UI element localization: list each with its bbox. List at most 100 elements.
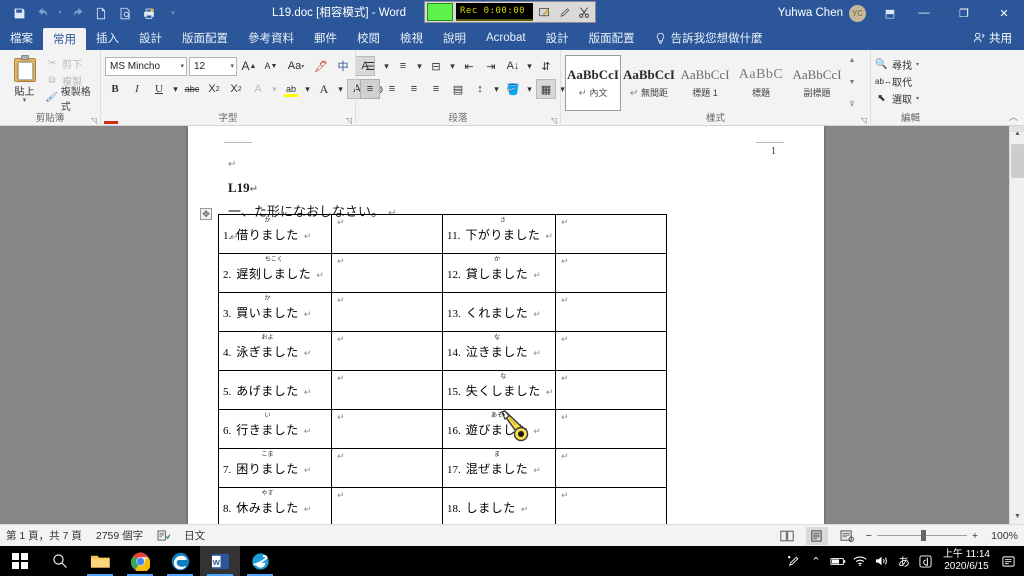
format-painter-button[interactable]: 🖌 複製格式 (45, 90, 96, 105)
tab-mailings[interactable]: 郵件 (304, 26, 347, 50)
ribbon-display-options-icon[interactable]: ⬒ (876, 2, 904, 24)
text-effects-button[interactable]: A (248, 79, 268, 99)
tab-references[interactable]: 參考資料 (238, 26, 304, 50)
table-cell-answer[interactable]: ↵ (332, 293, 443, 332)
table-cell-question[interactable]: 6. い行きました↵ (219, 410, 332, 449)
table-row[interactable]: 2. ちこく遅刻しました↵ ↵ 12. か貸しました↵ ↵ (219, 254, 667, 293)
style-item-subtitle[interactable]: AaBbCcI 副標題 (789, 55, 845, 111)
table-cell-question[interactable]: 15. な失くしました↵ (443, 371, 556, 410)
font-color-button[interactable]: A (314, 79, 334, 99)
share-button[interactable]: 共用 (973, 26, 1012, 50)
recorder-start-button[interactable] (427, 3, 453, 21)
clock[interactable]: 上午 11:14 2020/6/15 (937, 549, 996, 573)
table-cell-answer[interactable]: ↵ (332, 332, 443, 371)
zoom-thumb[interactable] (921, 530, 926, 541)
align-right-button[interactable]: ≡ (404, 79, 424, 99)
scrollbar-thumb[interactable] (1011, 144, 1024, 178)
table-cell-answer[interactable]: ↵ (556, 215, 667, 254)
tab-file[interactable]: 檔案 (0, 26, 43, 50)
volume-icon[interactable] (871, 546, 893, 576)
tab-design[interactable]: 設計 (129, 26, 172, 50)
undo-icon[interactable] (32, 3, 54, 23)
find-button[interactable]: 🔍 尋找 ▾ (875, 56, 919, 72)
highlight-dropdown-icon[interactable]: ▾ (303, 79, 312, 99)
paragraph-dialog-launcher-icon[interactable]: ◹ (551, 116, 557, 125)
new-doc-icon[interactable] (90, 3, 112, 23)
table-row[interactable]: 3. か買いました↵ ↵ 13. くれました↵ ↵ (219, 293, 667, 332)
numbered-list-button[interactable]: ≡ (393, 56, 413, 76)
replace-button[interactable]: ab↔ 取代 (875, 73, 919, 89)
table-cell-question[interactable]: 11. さ下がりました↵ (443, 215, 556, 254)
shrink-font-button[interactable]: A▼ (261, 56, 281, 76)
superscript-button[interactable]: X2 (226, 79, 246, 99)
screen-recorder-widget[interactable]: Rec 0:00:00 (424, 1, 596, 23)
print-layout-view-button[interactable] (806, 527, 828, 545)
zoom-track[interactable] (877, 535, 967, 536)
select-dropdown-icon[interactable]: ▾ (916, 95, 919, 102)
customize-qat-icon[interactable]: ▾ (162, 3, 184, 23)
tab-view[interactable]: 檢視 (390, 26, 433, 50)
select-button[interactable]: ⬉ 選取 ▾ (875, 90, 919, 106)
sort-dropdown-icon[interactable]: ▾ (525, 56, 534, 76)
gallery-scroll-down-icon[interactable]: ▼ (849, 79, 856, 87)
table-row[interactable]: 6. い行きました↵ ↵ 16. あそ遊びました↵ ↵ (219, 410, 667, 449)
vertical-scrollbar[interactable]: ▲ ▼ (1009, 126, 1024, 524)
close-button[interactable]: ✕ (984, 0, 1024, 26)
line-spacing-dropdown-icon[interactable]: ▾ (492, 79, 501, 99)
account-name[interactable]: Yuhwa Chen (778, 7, 843, 19)
zoom-in-button[interactable]: + (972, 530, 978, 542)
clear-formatting-button[interactable]: 🖊 (311, 56, 331, 76)
page-info[interactable]: 第 1 頁，共 7 頁 (6, 528, 82, 543)
zoom-out-button[interactable]: − (866, 530, 872, 542)
print-preview-icon[interactable] (114, 3, 136, 23)
tab-review[interactable]: 校閱 (347, 26, 390, 50)
recorder-scissors-icon[interactable] (576, 4, 593, 21)
table-cell-answer[interactable]: ↵ (556, 332, 667, 371)
table-cell-question[interactable]: 16. あそ遊びました↵ (443, 410, 556, 449)
tab-home[interactable]: 常用 (43, 28, 86, 50)
align-center-button[interactable]: ≡ (382, 79, 402, 99)
web-layout-view-button[interactable] (836, 527, 858, 545)
sort-button[interactable]: A↓ (503, 56, 523, 76)
text-effects-dropdown-icon[interactable]: ▾ (270, 79, 279, 99)
table-cell-question[interactable]: 18. しました↵ (443, 488, 556, 525)
borders-button[interactable]: ▦ (536, 79, 556, 99)
subscript-button[interactable]: X2 (204, 79, 224, 99)
split-window-handle[interactable] (1009, 126, 1024, 132)
find-dropdown-icon[interactable]: ▾ (916, 61, 919, 68)
shading-dropdown-icon[interactable]: ▾ (525, 79, 534, 99)
table-cell-question[interactable]: 3. か買いました↵ (219, 293, 332, 332)
chevron-down-icon[interactable]: ▾ (180, 62, 184, 70)
start-button[interactable] (0, 546, 40, 576)
increase-indent-button[interactable]: ⇥ (481, 56, 501, 76)
tab-table-design[interactable]: 設計 (536, 26, 579, 50)
table-cell-question[interactable]: 13. くれました↵ (443, 293, 556, 332)
bold-button[interactable]: B (105, 79, 125, 99)
tab-table-layout[interactable]: 版面配置 (579, 26, 645, 50)
save-icon[interactable] (8, 3, 30, 23)
bullet-list-button[interactable]: ☰ (360, 56, 380, 76)
table-cell-answer[interactable]: ↵ (556, 254, 667, 293)
align-left-button[interactable]: ≡ (360, 79, 380, 99)
ime-mode-icon[interactable]: あ (893, 546, 915, 576)
distribute-button[interactable]: ▤ (448, 79, 468, 99)
decrease-indent-button[interactable]: ⇤ (459, 56, 479, 76)
table-cell-answer[interactable]: ↵ (332, 254, 443, 293)
styles-dialog-launcher-icon[interactable]: ◹ (861, 116, 867, 125)
tab-help[interactable]: 說明 (433, 26, 476, 50)
asian-layout-button[interactable]: ⇵ (536, 56, 556, 76)
table-row[interactable]: 4. およ泳ぎました↵ ↵ 14. な泣きました↵ ↵ (219, 332, 667, 371)
tell-me-box[interactable]: 告訴我您想做什麼 (645, 26, 773, 50)
font-size-combo[interactable]: 12 ▾ (189, 57, 237, 76)
table-cell-question[interactable]: 4. およ泳ぎました↵ (219, 332, 332, 371)
table-cell-question[interactable]: 1. か借りました↵ (219, 215, 332, 254)
table-row[interactable]: 1. か借りました↵ ↵ 11. さ下がりました↵ ↵ (219, 215, 667, 254)
style-item-heading1[interactable]: AaBbCcI 標題 1 (677, 55, 733, 111)
tab-insert[interactable]: 插入 (86, 26, 129, 50)
strikethrough-button[interactable]: abc (182, 79, 202, 99)
tab-layout[interactable]: 版面配置 (172, 26, 238, 50)
chevron-down-icon[interactable]: ▾ (230, 62, 234, 70)
multilevel-list-button[interactable]: ⊟ (426, 56, 446, 76)
edge-icon[interactable] (160, 546, 200, 576)
table-cell-question[interactable]: 14. な泣きました↵ (443, 332, 556, 371)
